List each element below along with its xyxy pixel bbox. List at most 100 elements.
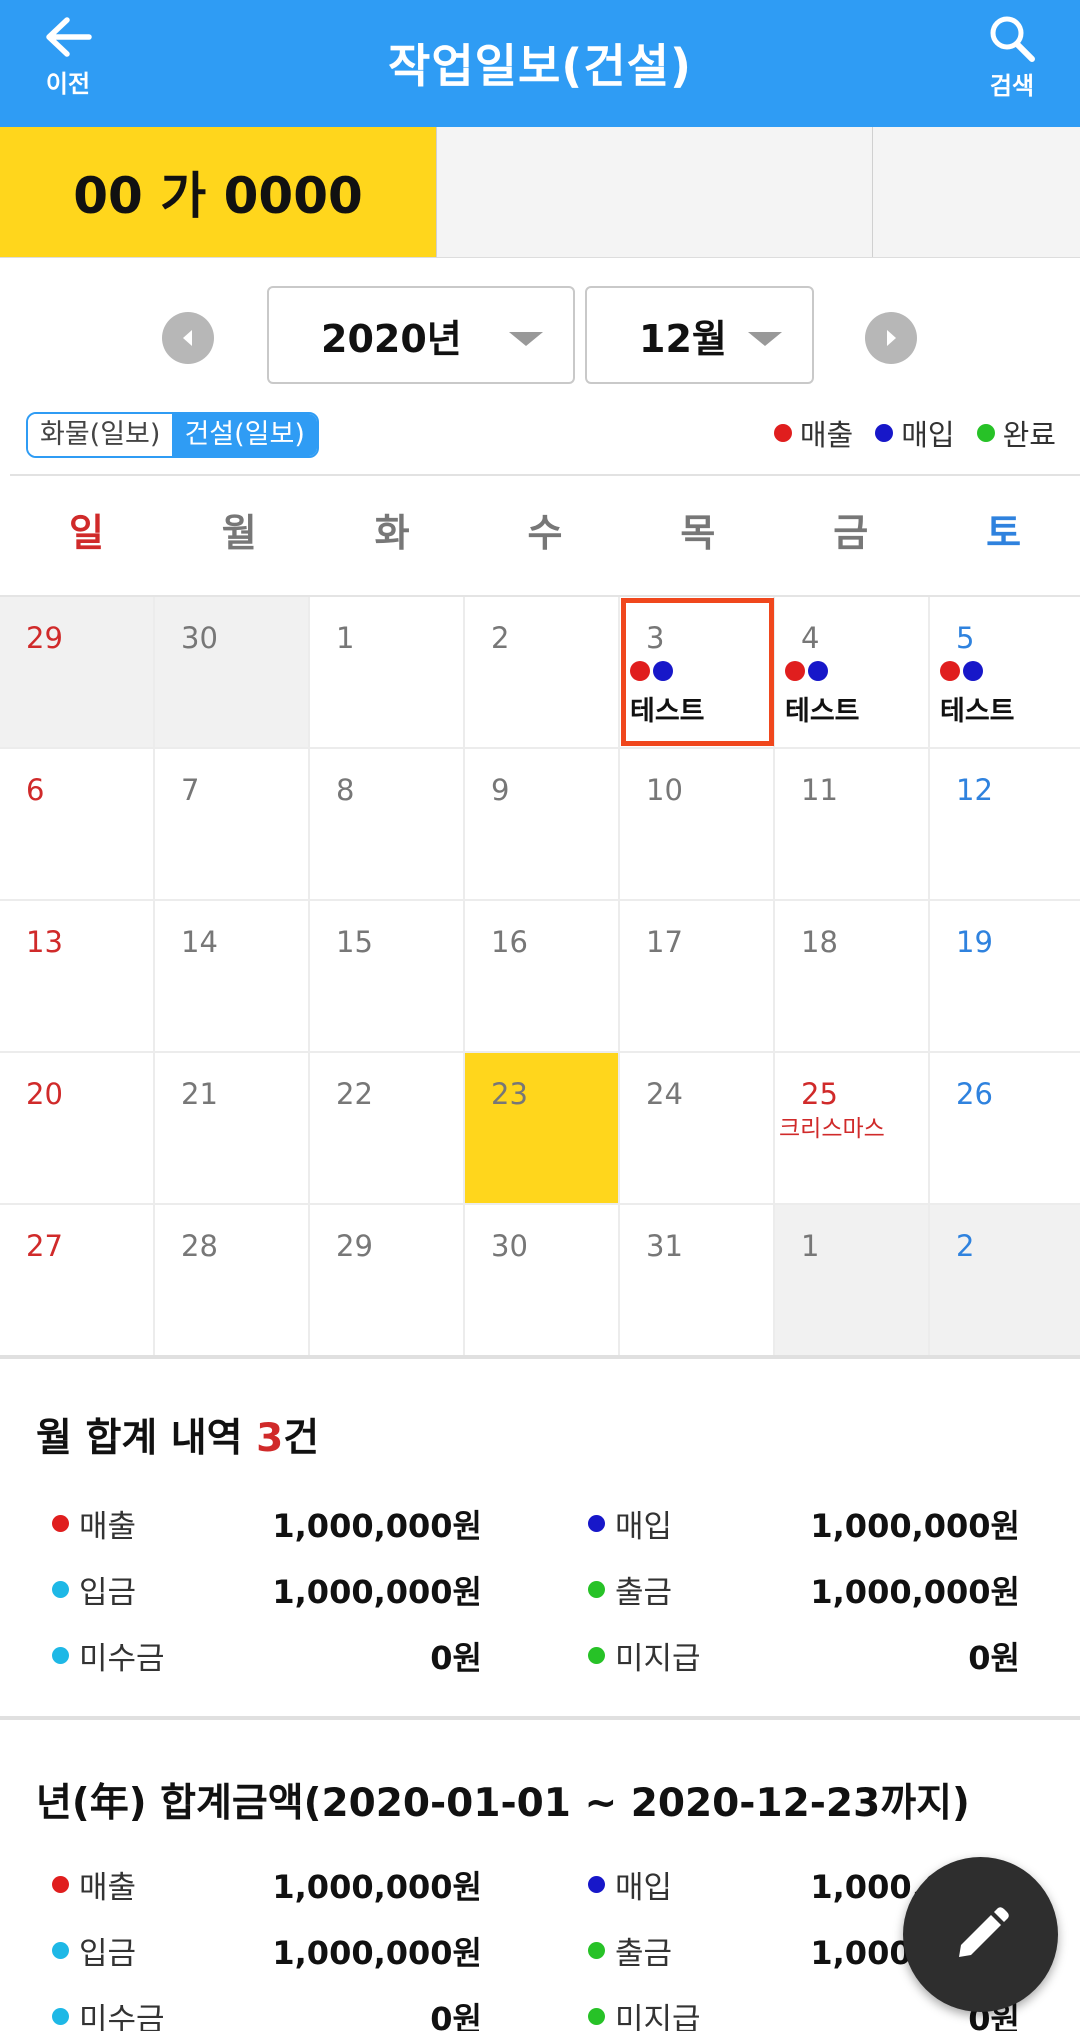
search-button[interactable]: 검색: [972, 14, 1052, 114]
day-number: 5: [956, 621, 975, 655]
calendar-day-cell[interactable]: 25 크리스마스: [775, 1053, 930, 1203]
summary-label: 입금: [79, 1575, 137, 1611]
chevron-left-icon: [183, 330, 192, 346]
summary-row: 미수금 0원 미지급 0원: [0, 1994, 1080, 2031]
green-dot-icon: [588, 1942, 605, 1959]
calendar-day-cell[interactable]: 30: [465, 1205, 620, 1355]
calendar-day-cell[interactable]: 22: [310, 1053, 465, 1203]
next-month-button[interactable]: [865, 312, 917, 364]
day-number: 22: [336, 1077, 373, 1111]
mode-toggle: 화물(일보) 건설(일보): [26, 412, 319, 458]
day-number: 14: [181, 925, 218, 959]
calendar-day-cell[interactable]: 10: [620, 749, 775, 899]
legend-sales: 매출: [773, 412, 853, 454]
calendar-day-cell[interactable]: 19: [930, 901, 1080, 1051]
calendar-day-cell[interactable]: 18: [775, 901, 930, 1051]
calendar-day-cell[interactable]: 24: [620, 1053, 775, 1203]
event-dots: [630, 661, 673, 681]
green-dot-icon: [976, 424, 995, 442]
calendar-day-cell[interactable]: 27: [0, 1205, 155, 1355]
calendar-day-cell[interactable]: 30: [155, 597, 310, 747]
summary-value: 0원: [430, 2000, 482, 2031]
calendar-day-cell[interactable]: 3 테스트: [620, 597, 775, 747]
calendar-day-cell[interactable]: 14: [155, 901, 310, 1051]
calendar-day-cell[interactable]: 23: [465, 1053, 620, 1203]
summary-withdraw: 출금: [588, 1567, 672, 1612]
weekday-wed: 수: [527, 511, 563, 555]
calendar-day-cell[interactable]: 12: [930, 749, 1080, 899]
summary-deposit: 입금: [52, 1928, 136, 1973]
calendar-day-cell[interactable]: 11: [775, 749, 930, 899]
mode-option-construction[interactable]: 건설(일보): [172, 414, 317, 456]
calendar-day-cell[interactable]: 1: [310, 597, 465, 747]
legend-complete-label: 완료: [1002, 418, 1056, 452]
blue-dot-icon: [588, 1876, 605, 1893]
month-dropdown[interactable]: 12월: [585, 286, 814, 384]
edit-fab-button[interactable]: [903, 1857, 1058, 2012]
day-number: 8: [336, 773, 355, 807]
green-dot-icon: [588, 1581, 605, 1598]
calendar-day-cell[interactable]: 9: [465, 749, 620, 899]
summary-receivable: 미수금: [52, 1633, 165, 1678]
month-value: 12월: [639, 316, 727, 361]
day-number: 1: [801, 1229, 820, 1263]
summary-label: 매출: [79, 1509, 137, 1545]
day-number: 30: [491, 1229, 528, 1263]
vehicle-tab-empty[interactable]: [872, 127, 1080, 257]
summary-payable: 미지급: [588, 1633, 701, 1678]
prev-month-button[interactable]: [162, 312, 214, 364]
calendar-day-cell[interactable]: 31: [620, 1205, 775, 1355]
calendar-day-cell[interactable]: 17: [620, 901, 775, 1051]
day-number: 1: [336, 621, 355, 655]
calendar-day-cell[interactable]: 6: [0, 749, 155, 899]
summary-value: 1,000,000원: [272, 1507, 482, 1545]
calendar-day-cell[interactable]: 28: [155, 1205, 310, 1355]
calendar-day-cell[interactable]: 5 테스트: [930, 597, 1080, 747]
calendar-day-cell[interactable]: 2: [930, 1205, 1080, 1355]
summary-label: 미수금: [79, 2002, 165, 2031]
green-dot-icon: [588, 1647, 605, 1664]
summary-purchase: 매입: [588, 1862, 672, 1907]
vehicle-tab-active[interactable]: 00 가 0000: [0, 127, 436, 257]
summary-value: 1,000,000원: [272, 1934, 482, 1972]
summary-label: 미수금: [79, 1641, 165, 1677]
mode-option-cargo[interactable]: 화물(일보): [28, 414, 173, 456]
calendar-day-cell[interactable]: 21: [155, 1053, 310, 1203]
calendar-day-cell[interactable]: 29: [0, 597, 155, 747]
cyan-dot-icon: [52, 1942, 69, 1959]
calendar-week-row: 13 14 15 16 17 18 19: [0, 901, 1080, 1053]
red-dot-icon: [52, 1515, 69, 1532]
weekday-tue: 화: [374, 511, 410, 555]
calendar-day-cell[interactable]: 2: [465, 597, 620, 747]
legend-complete: 완료: [976, 412, 1056, 454]
calendar-day-cell[interactable]: 4 테스트: [775, 597, 930, 747]
calendar-day-cell[interactable]: 15: [310, 901, 465, 1051]
day-number: 28: [181, 1229, 218, 1263]
chevron-down-icon: [748, 332, 782, 346]
event-dots: [940, 661, 983, 681]
blue-dot-icon: [875, 424, 894, 442]
day-number: 30: [181, 621, 218, 655]
day-number: 15: [336, 925, 373, 959]
calendar-day-cell[interactable]: 13: [0, 901, 155, 1051]
vehicle-tab-empty[interactable]: [436, 127, 872, 257]
summary-value: 1,000,000원: [810, 1573, 1020, 1611]
day-number: 6: [26, 773, 45, 807]
day-number: 2: [491, 621, 510, 655]
summary-value: 1,000,000원: [272, 1868, 482, 1906]
calendar-day-cell[interactable]: 8: [310, 749, 465, 899]
year-dropdown[interactable]: 2020년: [267, 286, 575, 384]
weekday-header: 일 월 화 수 목 금 토: [10, 474, 1080, 595]
day-number: 10: [646, 773, 683, 807]
calendar-day-cell[interactable]: 26: [930, 1053, 1080, 1203]
app-bar: 이전 작업일보(건설) 검색: [0, 0, 1080, 127]
calendar-day-cell[interactable]: 1: [775, 1205, 930, 1355]
red-dot-icon: [630, 661, 650, 681]
calendar-day-cell[interactable]: 16: [465, 901, 620, 1051]
calendar-day-cell[interactable]: 29: [310, 1205, 465, 1355]
day-number: 20: [26, 1077, 63, 1111]
day-number: 12: [956, 773, 993, 807]
summary-label: 출금: [615, 1936, 673, 1972]
calendar-day-cell[interactable]: 20: [0, 1053, 155, 1203]
calendar-day-cell[interactable]: 7: [155, 749, 310, 899]
